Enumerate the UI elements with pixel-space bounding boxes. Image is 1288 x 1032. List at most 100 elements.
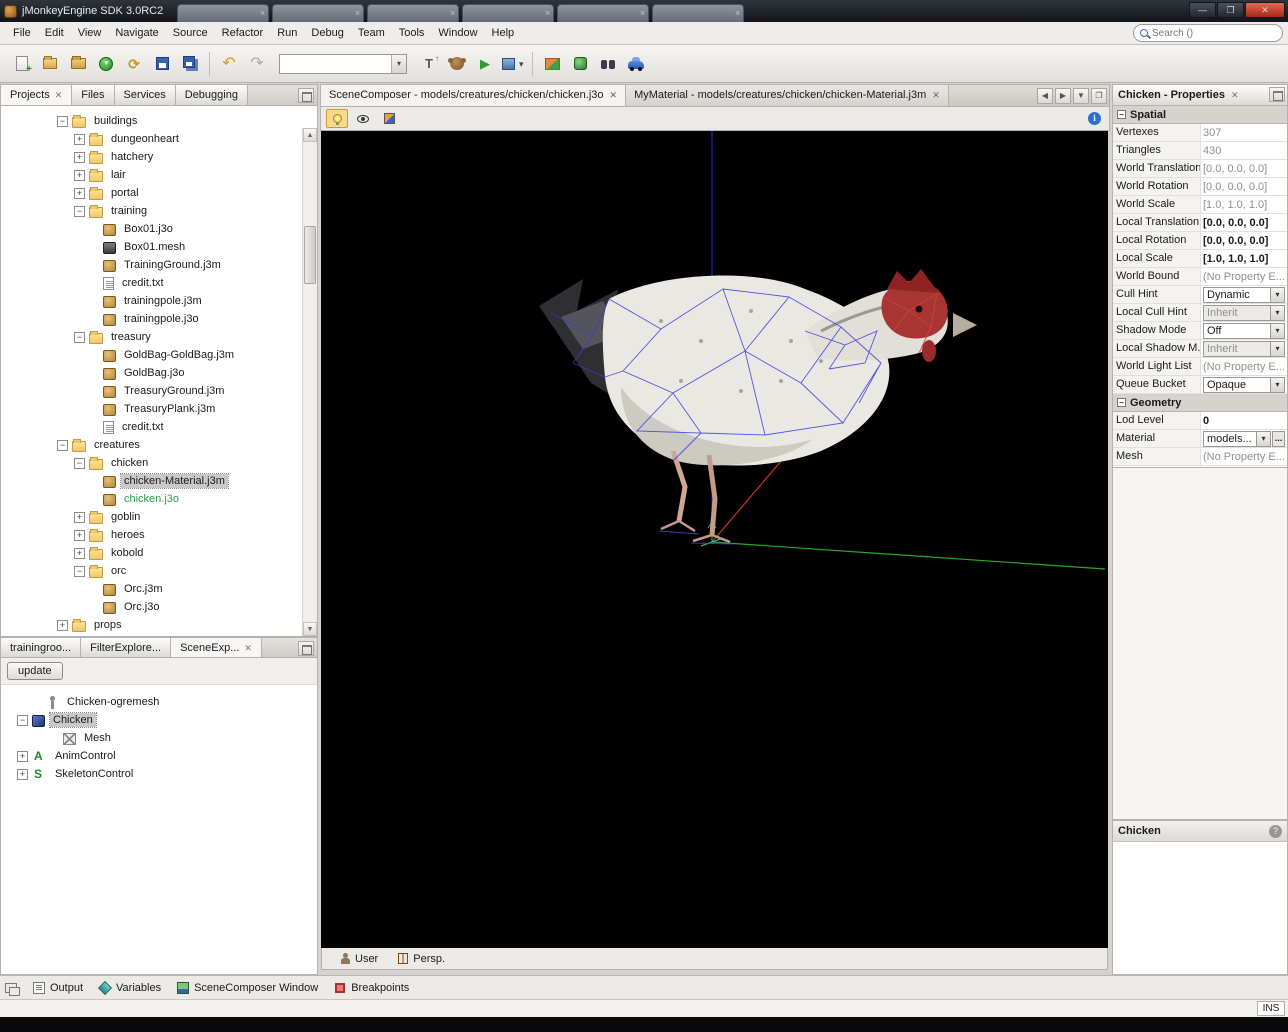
tree-row-trainingpole-j3m[interactable]: trainingpole.j3m (1, 292, 317, 310)
property-row-cull-hint[interactable]: Cull HintDynamic▾ (1113, 286, 1287, 304)
toggle-minus-icon[interactable]: − (74, 458, 85, 469)
background-tab-2[interactable]: × (272, 4, 364, 22)
tree-row-chicken-ogremesh[interactable]: Chicken-ogremesh (1, 693, 317, 711)
tree-row-hatchery[interactable]: +hatchery (1, 148, 317, 166)
tree-row-chicken-material-j3m[interactable]: chicken-Material.j3m (1, 472, 317, 490)
property-combobox[interactable]: Dynamic▾ (1203, 287, 1285, 303)
viewport-3d[interactable] (321, 131, 1108, 948)
camera-mode[interactable]: User (340, 953, 378, 965)
projection-mode[interactable]: Persp. (398, 953, 445, 965)
toolbar-combobox[interactable]: ▾ (279, 54, 407, 74)
tree-row-treasuryground-j3m[interactable]: TreasuryGround.j3m (1, 382, 317, 400)
property-combobox[interactable]: Off▾ (1203, 323, 1285, 339)
toolbar-undo-button[interactable] (215, 50, 243, 78)
statusbar-output[interactable]: Output (33, 982, 83, 994)
property-row-shadow-mode[interactable]: Shadow ModeOff▾ (1113, 322, 1287, 340)
toggle-minus-icon[interactable]: − (17, 715, 28, 726)
toggle-light-button[interactable] (326, 109, 348, 128)
property-section-spatial[interactable]: −Spatial (1113, 106, 1287, 124)
scroll-tabs-right-icon[interactable]: ▶ (1055, 88, 1071, 104)
toolbar-new-file-button[interactable] (8, 50, 36, 78)
dock-windows-icon[interactable] (5, 983, 17, 993)
projects-scrollbar[interactable]: ▲ ▼ (302, 128, 317, 636)
projects-tab-projects[interactable]: Projects✕ (1, 85, 72, 105)
projects-tab-files[interactable]: Files (72, 85, 114, 105)
collapse-icon[interactable]: − (1117, 110, 1126, 119)
help-icon[interactable]: ? (1269, 825, 1282, 838)
property-combobox[interactable]: Inherit▾ (1203, 341, 1285, 357)
toolbar-material-button[interactable] (566, 50, 594, 78)
tree-row-kobold[interactable]: +kobold (1, 544, 317, 562)
tab-close-icon[interactable]: × (545, 7, 550, 19)
property-row-queue-bucket[interactable]: Queue BucketOpaque▾ (1113, 376, 1287, 394)
projects-tab-services[interactable]: Services (115, 85, 176, 105)
menu-view[interactable]: View (71, 22, 109, 44)
panel-minimize-button[interactable] (1269, 87, 1285, 102)
menu-navigate[interactable]: Navigate (108, 22, 165, 44)
menu-edit[interactable]: Edit (38, 22, 71, 44)
toolbar-save-button[interactable] (148, 50, 176, 78)
background-tab-5[interactable]: × (557, 4, 649, 22)
tree-row-goldbag-j3o[interactable]: GoldBag.j3o (1, 364, 317, 382)
background-tab-6[interactable]: × (652, 4, 744, 22)
menu-file[interactable]: File (6, 22, 38, 44)
scroll-up-icon[interactable]: ▲ (303, 128, 317, 142)
statusbar-scenecomposer-window[interactable]: SceneComposer Window (177, 982, 318, 994)
properties-header[interactable]: Chicken - Properties ✕ (1112, 84, 1288, 106)
tree-row-orc-j3m[interactable]: Orc.j3m (1, 580, 317, 598)
tree-row-trainingground-j3m[interactable]: TrainingGround.j3m (1, 256, 317, 274)
tree-row-portal[interactable]: +portal (1, 184, 317, 202)
panel-minimize-button[interactable] (298, 641, 314, 656)
statusbar-variables[interactable]: Variables (99, 982, 161, 994)
tree-row-training[interactable]: −training (1, 202, 317, 220)
scrollbar-thumb[interactable] (304, 226, 316, 284)
tree-row-chicken-j3o[interactable]: chicken.j3o (1, 490, 317, 508)
tree-row-box01-mesh[interactable]: Box01.mesh (1, 238, 317, 256)
toggle-plus-icon[interactable]: + (74, 548, 85, 559)
toggle-plus-icon[interactable]: + (74, 188, 85, 199)
tab-close-icon[interactable]: ✕ (610, 85, 618, 106)
tree-row-orc-j3o[interactable]: Orc.j3o (1, 598, 317, 616)
menu-refactor[interactable]: Refactor (215, 22, 271, 44)
menu-team[interactable]: Team (351, 22, 392, 44)
property-row-local-shadow-m[interactable]: Local Shadow M...Inherit▾ (1113, 340, 1287, 358)
tree-row-goblin[interactable]: +goblin (1, 508, 317, 526)
tree-row-chicken[interactable]: −Chicken (1, 711, 317, 729)
toolbar-new-project-button[interactable] (36, 50, 64, 78)
menu-window[interactable]: Window (431, 22, 484, 44)
tree-row-trainingpole-j3o[interactable]: trainingpole.j3o (1, 310, 317, 328)
search-input[interactable] (1152, 28, 1262, 39)
tab-close-icon[interactable]: × (640, 7, 645, 19)
tab-close-icon[interactable]: × (355, 7, 360, 19)
toggle-plus-icon[interactable]: + (74, 530, 85, 541)
tree-row-credit-txt[interactable]: credit.txt (1, 418, 317, 436)
toggle-visibility-button[interactable] (352, 109, 374, 128)
property-row-world-light-list[interactable]: World Light List(No Property E... (1113, 358, 1287, 376)
toolbar-redo-button[interactable] (243, 50, 271, 78)
projects-tab-debugging[interactable]: Debugging (176, 85, 248, 105)
toggle-plus-icon[interactable]: + (17, 751, 28, 762)
close-button[interactable]: ✕ (1245, 2, 1285, 18)
toggle-plus-icon[interactable]: + (74, 152, 85, 163)
update-button[interactable]: update (7, 662, 63, 680)
tab-close-icon[interactable]: ✕ (244, 638, 252, 658)
tree-row-animcontrol[interactable]: +AnimControl (1, 747, 317, 765)
tab-close-icon[interactable]: × (450, 7, 455, 19)
tree-row-skeletoncontrol[interactable]: +SkeletonControl (1, 765, 317, 783)
explorer-tab-trainingroo[interactable]: trainingroo... (1, 638, 81, 657)
tab-list-icon[interactable]: ▼ (1073, 88, 1089, 104)
tab-close-icon[interactable]: × (735, 7, 740, 19)
toggle-plus-icon[interactable]: + (74, 134, 85, 145)
toolbar-monkey-button[interactable] (443, 50, 471, 78)
editor-tab-mymaterial[interactable]: MyMaterial - models/creatures/chicken/ch… (626, 85, 949, 106)
property-row-world-bound[interactable]: World Bound(No Property E... (1113, 268, 1287, 286)
toggle-plus-icon[interactable]: + (57, 620, 68, 631)
toolbar-save-all-button[interactable] (176, 50, 204, 78)
toggle-minus-icon[interactable]: − (74, 332, 85, 343)
property-row-local-scale[interactable]: Local Scale[1.0, 1.0, 1.0] (1113, 250, 1287, 268)
explorer-tab-sceneexp[interactable]: SceneExp...✕ (171, 638, 262, 657)
toolbar-t-tool-button[interactable] (415, 50, 443, 78)
scroll-down-icon[interactable]: ▼ (303, 622, 317, 636)
toolbar-refresh-button[interactable] (120, 50, 148, 78)
tree-row-dungeonheart[interactable]: +dungeonheart (1, 130, 317, 148)
